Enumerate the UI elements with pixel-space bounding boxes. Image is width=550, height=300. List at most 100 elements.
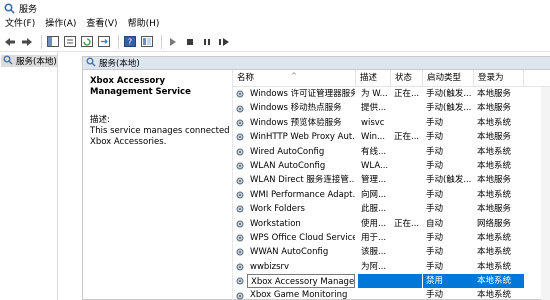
service-logon-cell: 网络服务 [477, 218, 512, 229]
service-description-cell: 为 W... [361, 89, 388, 99]
menu-file[interactable]: 文件(F) [0, 16, 40, 32]
gear-icon [86, 57, 96, 70]
description-label: 描述: [90, 115, 110, 125]
table-row[interactable]: Windows 许可证管理器服务为 W... 正在... 手动(触发... 本地服务 [233, 87, 550, 101]
gear-icon [235, 245, 247, 259]
table-row[interactable]: wwbizsrv 为阿... 手动 本地系统 [233, 260, 550, 274]
service-status-cell [391, 245, 422, 259]
tree-item-label: 服务(本地) [16, 57, 57, 67]
service-status-cell [391, 145, 422, 159]
gear-icon [235, 159, 247, 173]
toolbar-separator [118, 34, 119, 49]
service-logon-cell: 本地服务 [477, 204, 512, 215]
service-startup-cell: 手动(触发... [426, 89, 472, 99]
console-tree-icon[interactable] [46, 35, 60, 49]
service-name-cell: Work Folders [250, 204, 305, 215]
export-icon[interactable] [97, 35, 111, 49]
gear-icon [235, 217, 247, 231]
service-description-cell: Win... [361, 132, 386, 143]
service-description-cell: 此服... [361, 204, 387, 215]
service-status-cell: 正在... [394, 89, 420, 99]
gear-icon [235, 231, 247, 245]
table-row[interactable]: Wired AutoConfig 有线... 手动 本地系统 [233, 145, 550, 159]
refresh-icon[interactable] [80, 35, 94, 49]
service-name-cell: wwbizsrv [250, 261, 290, 272]
pause-icon[interactable] [200, 35, 214, 49]
service-status-cell [391, 101, 422, 115]
column-header-logon-as[interactable]: 登录为 [474, 70, 524, 87]
service-status-cell [391, 202, 422, 216]
forward-arrow-icon[interactable] [20, 35, 34, 49]
vertical-scrollbar[interactable] [541, 87, 550, 300]
table-row[interactable]: WPS Office Cloud Service 用于... 手动 本地系统 [233, 231, 550, 245]
service-startup-cell: 手动 [426, 247, 444, 258]
list-header: 名称 ^ 描述 状态 启动类型 登录为 [233, 70, 550, 87]
table-row[interactable]: Windows 移动热点服务 提供... 手动(触发... 本地服务 [233, 101, 550, 115]
menu-action[interactable]: 操作(A) [40, 16, 81, 32]
window-title: 服务 [19, 4, 38, 15]
service-status-cell [391, 159, 422, 173]
service-status-cell [391, 274, 422, 289]
restart-icon[interactable] [217, 35, 231, 49]
sort-up-icon: ^ [291, 72, 297, 80]
toolbar: ? [0, 32, 550, 52]
service-startup-cell: 手动 [426, 189, 444, 200]
service-startup-cell: 手动(触发... [426, 175, 472, 186]
table-row[interactable]: WLAN Direct 服务连接管... 管理... 手动(触发... 本地服务 [233, 173, 550, 187]
service-status-cell [391, 231, 422, 245]
table-row[interactable]: WLAN AutoConfig WLA... 手动 本地系统 [233, 159, 550, 173]
table-row[interactable]: Xbox Game Monitoring 手动 本地系统 [233, 288, 550, 300]
table-row[interactable]: WWAN AutoConfig 该服... 手动 本地系统 [233, 245, 550, 259]
console-tree: 服务(本地) [0, 52, 58, 300]
table-row[interactable]: Workstation 使用... 正在... 自动 网络服务 [233, 217, 550, 231]
properties-icon[interactable] [63, 35, 77, 49]
service-name-cell: Windows 移动热点服务 [250, 103, 342, 114]
toolbar-separator [41, 34, 42, 49]
service-logon-cell: 本地系统 [477, 247, 512, 258]
column-header-startup-type[interactable]: 启动类型 [423, 70, 474, 87]
start-icon[interactable] [166, 35, 180, 49]
column-header-name[interactable]: 名称 ^ [233, 70, 356, 87]
service-logon-cell: 本地系统 [474, 274, 524, 289]
service-name-cell: WLAN Direct 服务连接管... [250, 175, 355, 186]
service-description-cell: 有线... [361, 146, 387, 157]
service-logon-cell: 本地服务 [477, 175, 512, 186]
table-row[interactable]: WinHTTP Web Proxy Aut... Win... 正在... 手动 本地服… [233, 130, 550, 144]
table-row[interactable]: Xbox Accessory Management Service 禁用本地系统 [233, 274, 550, 289]
service-logon-cell: 本地系统 [477, 261, 512, 272]
help-icon[interactable]: ? [123, 35, 137, 49]
service-description-cell [358, 274, 392, 289]
tree-item-services-local[interactable]: 服务(本地) [1, 55, 57, 67]
svg-text:?: ? [128, 38, 132, 47]
service-logon-cell: 本地系统 [477, 232, 512, 243]
stop-icon[interactable] [183, 35, 197, 49]
panel-header: 服务(本地) [83, 57, 550, 70]
services-rows: Windows 许可证管理器服务为 W... 正在... 手动(触发... 本地服务 W… [233, 87, 550, 300]
toolbar-separator [161, 34, 162, 49]
table-row[interactable]: WMI Performance Adapt... 向网... 手动 本地系统 [233, 188, 550, 202]
gear-icon [235, 274, 247, 288]
service-name-cell: Windows 许可证管理器服务 [250, 89, 355, 99]
column-header-status[interactable]: 状态 [391, 70, 423, 87]
menu-help[interactable]: 帮助(H) [123, 16, 165, 32]
menu-view[interactable]: 查看(V) [81, 16, 122, 32]
service-name-cell: WPS Office Cloud Service [250, 232, 355, 243]
gear-icon [235, 116, 247, 130]
service-startup-cell: 禁用 [423, 274, 474, 289]
service-logon-cell: 本地服务 [477, 132, 512, 143]
service-status-cell [391, 288, 422, 300]
service-logon-cell: 本地服务 [477, 103, 512, 114]
column-header-description[interactable]: 描述 [356, 70, 391, 87]
service-startup-cell: 自动 [426, 218, 444, 229]
view-icon[interactable] [140, 35, 154, 49]
services-list: 名称 ^ 描述 状态 启动类型 登录为 Windows 许可证管理器服务为 W.… [232, 70, 550, 300]
gear-icon [235, 260, 247, 274]
table-row[interactable]: Work Folders 此服... 手动 本地服务 [233, 202, 550, 216]
service-startup-cell: 手动 [426, 160, 444, 171]
table-row[interactable]: Windows 预览体验服务 wisvc 手动 本地系统 [233, 116, 550, 130]
back-arrow-icon[interactable] [3, 35, 17, 49]
service-name-cell: WinHTTP Web Proxy Aut... [250, 132, 355, 143]
service-description-cell: wisvc [361, 117, 385, 128]
service-status-cell [391, 260, 422, 274]
service-description-cell: 使用... [361, 218, 387, 229]
